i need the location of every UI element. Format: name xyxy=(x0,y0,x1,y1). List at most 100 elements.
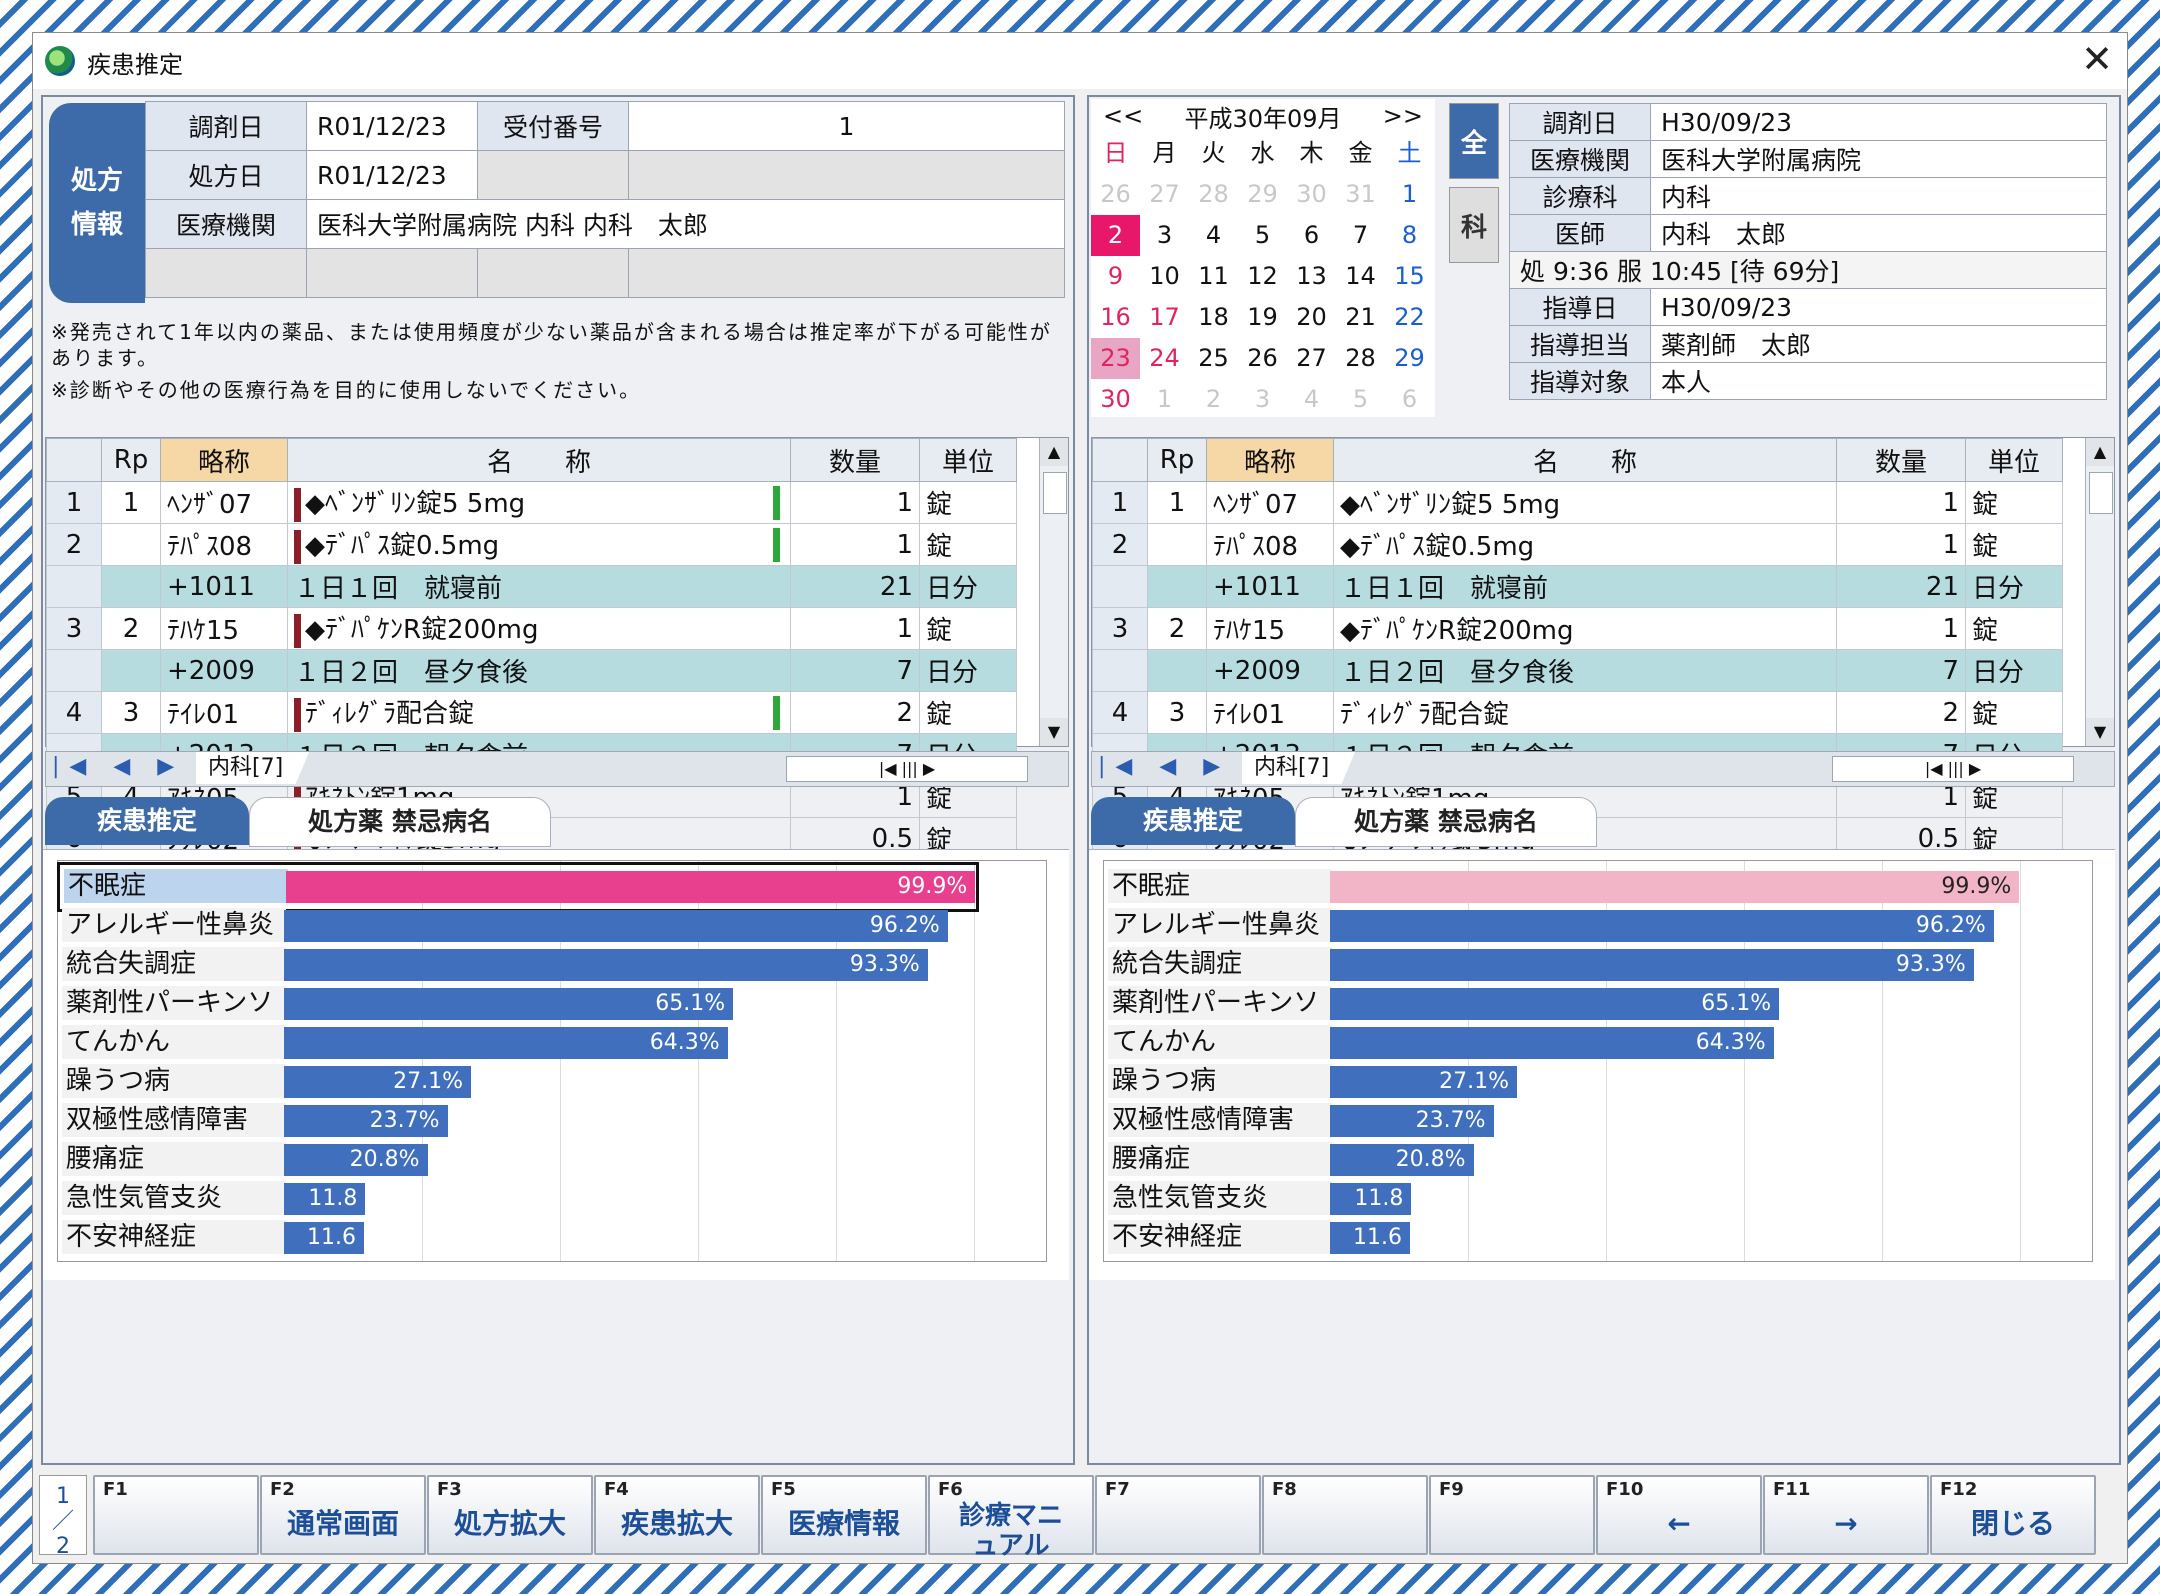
fkey-f8-button[interactable]: F8 xyxy=(1262,1475,1428,1555)
dosage-row[interactable]: +2009 １日２回 昼夕食後 7 日分 xyxy=(1092,649,2063,692)
calendar-day[interactable]: 28 xyxy=(1336,338,1385,379)
disease-row[interactable]: 双極性感情障害 23.7% xyxy=(1104,1099,2090,1143)
fkey-f5-button[interactable]: F5 医療情報 xyxy=(761,1475,927,1555)
disease-row[interactable]: 腰痛症 20.8% xyxy=(1104,1138,2090,1182)
disease-row[interactable]: 躁うつ病 27.1% xyxy=(1104,1060,2090,1104)
calendar-day[interactable]: 30 xyxy=(1287,174,1336,215)
disease-row[interactable]: 双極性感情障害 23.7% xyxy=(58,1099,1044,1143)
calendar-day[interactable]: 26 xyxy=(1238,338,1287,379)
col-header-name[interactable]: 名 称 xyxy=(287,438,791,482)
fkey-f7-button[interactable]: F7 xyxy=(1095,1475,1261,1555)
col-header-abbr[interactable]: 略称 xyxy=(160,438,288,482)
scroll-thumb[interactable] xyxy=(2089,472,2113,514)
dosage-row[interactable]: +1011 １日１回 就寝前 21 日分 xyxy=(46,565,1017,608)
dosage-row[interactable]: +2009 １日２回 昼夕食後 7 日分 xyxy=(46,649,1017,692)
vertical-scrollbar[interactable]: ▲ ▼ xyxy=(2085,438,2114,746)
scroll-up-icon[interactable]: ▲ xyxy=(2086,438,2114,466)
disease-row[interactable]: てんかん 64.3% xyxy=(1104,1021,2090,1065)
scope-all-button[interactable]: 全 xyxy=(1449,103,1499,179)
drug-row[interactable]: 1 1 ﾍﾝｻﾞ07 ◆ﾍﾞﾝｻﾞﾘﾝ錠5 5mg 1 錠 xyxy=(46,481,1017,524)
calendar-day[interactable]: 2 xyxy=(1091,215,1140,256)
col-header-corner[interactable] xyxy=(1092,438,1148,482)
calendar-day[interactable]: 8 xyxy=(1385,215,1434,256)
calendar-day[interactable]: 29 xyxy=(1385,338,1434,379)
scope-dept-button[interactable]: 科 xyxy=(1449,187,1499,263)
calendar-day[interactable]: 30 xyxy=(1091,379,1140,420)
calendar-day[interactable]: 3 xyxy=(1140,215,1189,256)
disease-row[interactable]: 統合失調症 93.3% xyxy=(58,943,1044,987)
calendar-day[interactable]: 31 xyxy=(1336,174,1385,215)
calendar-day[interactable]: 10 xyxy=(1140,256,1189,297)
dosage-row[interactable]: +1011 １日１回 就寝前 21 日分 xyxy=(1092,565,2063,608)
calendar-day[interactable]: 1 xyxy=(1140,379,1189,420)
calendar-day[interactable]: 13 xyxy=(1287,256,1336,297)
next-month-button[interactable]: >> xyxy=(1383,102,1423,130)
drug-row[interactable]: 4 3 ﾃｲﾚ01 ﾃﾞｨﾚｸﾞﾗ配合錠 2 錠 xyxy=(1092,691,2063,734)
disease-row[interactable]: てんかん 64.3% xyxy=(58,1021,1044,1065)
disease-row[interactable]: 不眠症 99.9% xyxy=(1104,865,2090,909)
scroll-down-icon[interactable]: ▼ xyxy=(1040,718,1068,746)
calendar-day[interactable]: 23 xyxy=(1091,338,1140,379)
calendar-day[interactable]: 9 xyxy=(1091,256,1140,297)
col-header-abbr[interactable]: 略称 xyxy=(1206,438,1334,482)
calendar-day[interactable]: 14 xyxy=(1336,256,1385,297)
fkey-f3-button[interactable]: F3 処方拡大 xyxy=(427,1475,593,1555)
calendar-day[interactable]: 4 xyxy=(1287,379,1336,420)
calendar-day[interactable]: 25 xyxy=(1189,338,1238,379)
calendar-day[interactable]: 7 xyxy=(1336,215,1385,256)
calendar-day[interactable]: 11 xyxy=(1189,256,1238,297)
calendar-day[interactable]: 16 xyxy=(1091,297,1140,338)
sheet-tab-internal[interactable]: 内科[7] xyxy=(196,752,310,784)
calendar-day[interactable]: 20 xyxy=(1287,297,1336,338)
fkey-f10-button[interactable]: F10 ← xyxy=(1596,1475,1762,1555)
drug-row[interactable]: 4 3 ﾃｲﾚ01 ﾃﾞｨﾚｸﾞﾗ配合錠 2 錠 xyxy=(46,691,1017,734)
calendar-day[interactable]: 21 xyxy=(1336,297,1385,338)
page-indicator[interactable]: 1 ／ 2 xyxy=(39,1475,87,1559)
drug-row[interactable]: 3 2 ﾃﾊｹ15 ◆ﾃﾞﾊﾟｹﾝR錠200mg 1 錠 xyxy=(46,607,1017,650)
calendar-day[interactable]: 5 xyxy=(1336,379,1385,420)
calendar-day[interactable]: 29 xyxy=(1238,174,1287,215)
col-header-corner[interactable] xyxy=(46,438,102,482)
fkey-f6-button[interactable]: F6 診療マニュアル xyxy=(928,1475,1094,1561)
calendar-day[interactable]: 15 xyxy=(1385,256,1434,297)
tab-disease-estimate[interactable]: 疾患推定 xyxy=(45,797,249,845)
disease-row[interactable]: 不眠症 99.9% xyxy=(57,862,979,912)
scroll-up-icon[interactable]: ▲ xyxy=(1040,438,1068,466)
disease-row[interactable]: 薬剤性パーキンソ 65.1% xyxy=(58,982,1044,1026)
disease-row[interactable]: 急性気管支炎 11.8 xyxy=(1104,1177,2090,1221)
close-icon[interactable]: ✕ xyxy=(2081,37,2113,81)
prev-month-button[interactable]: << xyxy=(1103,102,1143,130)
calendar-day[interactable]: 26 xyxy=(1091,174,1140,215)
calendar-day[interactable]: 4 xyxy=(1189,215,1238,256)
col-header-rp[interactable]: Rp xyxy=(101,438,161,482)
disease-row[interactable]: 腰痛症 20.8% xyxy=(58,1138,1044,1182)
calendar-day[interactable]: 18 xyxy=(1189,297,1238,338)
calendar-day[interactable]: 1 xyxy=(1385,174,1434,215)
disease-row[interactable]: アレルギー性鼻炎 96.2% xyxy=(1104,904,2090,948)
fkey-f12-button[interactable]: F12 閉じる xyxy=(1930,1475,2096,1555)
horizontal-scrollbar[interactable]: |◀ ||| ▶ xyxy=(786,756,1028,782)
calendar-day[interactable]: 28 xyxy=(1189,174,1238,215)
fkey-f2-button[interactable]: F2 通常画面 xyxy=(260,1475,426,1555)
disease-row[interactable]: 不安神経症 11.6 xyxy=(1104,1216,2090,1260)
col-header-rp[interactable]: Rp xyxy=(1147,438,1207,482)
tab-disease-estimate[interactable]: 疾患推定 xyxy=(1091,797,1295,845)
disease-row[interactable]: 躁うつ病 27.1% xyxy=(58,1060,1044,1104)
drug-row[interactable]: 3 2 ﾃﾊｹ15 ◆ﾃﾞﾊﾟｹﾝR錠200mg 1 錠 xyxy=(1092,607,2063,650)
calendar-day[interactable]: 6 xyxy=(1287,215,1336,256)
tab-contraindication[interactable]: 処方薬 禁忌病名 xyxy=(1295,797,1597,847)
calendar-day[interactable]: 22 xyxy=(1385,297,1434,338)
disease-row[interactable]: アレルギー性鼻炎 96.2% xyxy=(58,904,1044,948)
calendar-day[interactable]: 2 xyxy=(1189,379,1238,420)
col-header-name[interactable]: 名 称 xyxy=(1333,438,1837,482)
drug-row[interactable]: 1 1 ﾍﾝｻﾞ07 ◆ﾍﾞﾝｻﾞﾘﾝ錠5 5mg 1 錠 xyxy=(1092,481,2063,524)
calendar-day[interactable]: 24 xyxy=(1140,338,1189,379)
calendar-day[interactable]: 27 xyxy=(1287,338,1336,379)
scroll-down-icon[interactable]: ▼ xyxy=(2086,718,2114,746)
disease-row[interactable]: 急性気管支炎 11.8 xyxy=(58,1177,1044,1221)
fkey-f1-button[interactable]: F1 xyxy=(93,1475,259,1555)
tab-contraindication[interactable]: 処方薬 禁忌病名 xyxy=(249,797,551,847)
calendar-day[interactable]: 3 xyxy=(1238,379,1287,420)
drug-row[interactable]: 2 ﾃﾊﾟｽ08 ◆ﾃﾞﾊﾟｽ錠0.5mg 1 錠 xyxy=(1092,523,2063,566)
col-header-qty[interactable]: 数量 xyxy=(1836,438,1966,482)
